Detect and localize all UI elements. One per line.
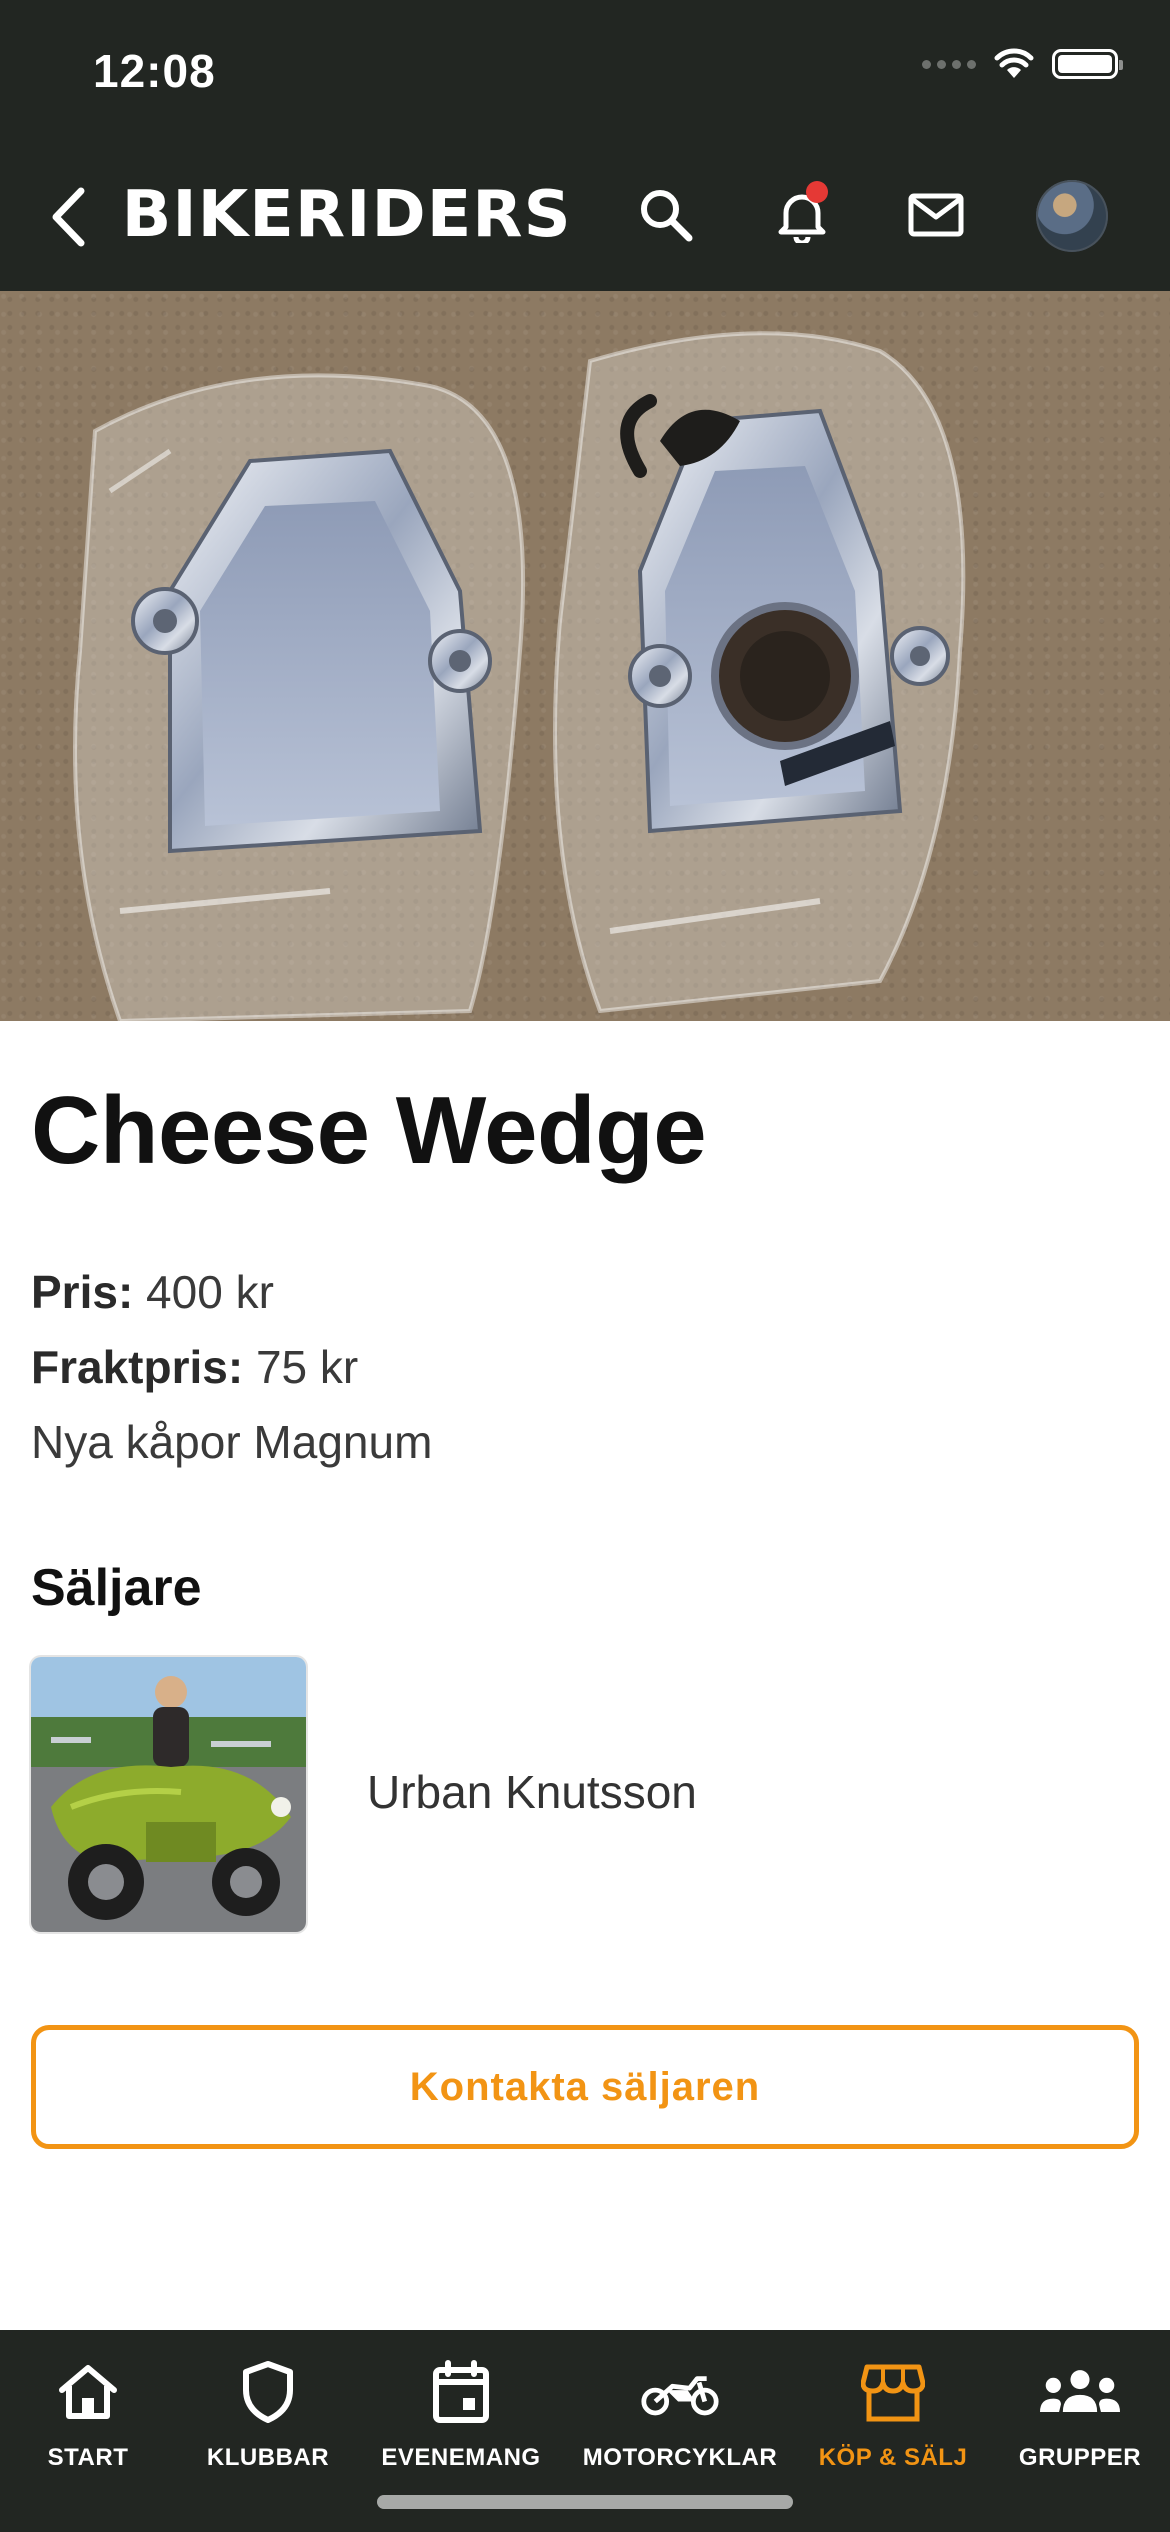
nav-item-motorcyklar[interactable]: MOTORCYKLAR xyxy=(580,2352,780,2472)
nav-label: EVENEMANG xyxy=(381,2444,541,2471)
chevron-left-icon xyxy=(52,187,85,247)
store-icon xyxy=(861,2364,925,2422)
contact-seller-button[interactable]: Kontakta säljaren xyxy=(31,2025,1139,2149)
shipping-row: Fraktpris: 75 kr xyxy=(31,1340,358,1394)
nav-label: MOTORCYKLAR xyxy=(582,2444,778,2471)
nav-item-evenemang[interactable]: EVENEMANG xyxy=(361,2352,561,2472)
product-title: Cheese Wedge xyxy=(31,1077,707,1184)
home-icon xyxy=(59,2365,117,2419)
user-avatar[interactable] xyxy=(1036,180,1108,252)
wifi-icon xyxy=(994,48,1034,78)
back-button[interactable] xyxy=(40,182,96,252)
product-description: Nya kåpor Magnum xyxy=(31,1416,433,1468)
cellular-signal-icon xyxy=(922,59,976,69)
mail-icon xyxy=(908,193,964,237)
seller-heading: Säljare xyxy=(31,1559,202,1617)
search-button[interactable] xyxy=(626,175,706,255)
seller-photo-image xyxy=(31,1657,306,1932)
brand-logo[interactable]: BIKERIDERS xyxy=(122,178,572,252)
product-image[interactable] xyxy=(0,291,1170,1021)
notifications-button[interactable] xyxy=(762,175,842,255)
nav-item-klubbar[interactable]: KLUBBAR xyxy=(168,2352,368,2472)
status-indicators xyxy=(922,48,1123,80)
shipping-value: 75 kr xyxy=(255,1341,359,1393)
calendar-icon xyxy=(433,2360,489,2423)
motorcycle-icon xyxy=(641,2376,719,2416)
battery-icon xyxy=(1052,49,1123,79)
nav-label: START xyxy=(47,2444,129,2471)
messages-button[interactable] xyxy=(896,175,976,255)
nav-label: GRUPPER xyxy=(1018,2444,1142,2471)
shield-icon xyxy=(243,2361,293,2423)
nav-label: KLUBBAR xyxy=(206,2444,330,2471)
nav-item-start[interactable]: START xyxy=(0,2352,188,2472)
seller-photo[interactable] xyxy=(31,1657,306,1932)
price-row: Pris: 400 kr xyxy=(31,1265,274,1319)
seller-name[interactable]: Urban Knutsson xyxy=(367,1765,697,1819)
top-bar: 12:08 BIKERIDERS xyxy=(0,0,1170,291)
price-label: Pris: xyxy=(31,1266,134,1318)
nav-label: KÖP & SÄLJ xyxy=(818,2444,968,2471)
search-icon xyxy=(641,190,693,242)
price-value: 400 kr xyxy=(146,1266,274,1318)
nav-item-kop-salj[interactable]: KÖP & SÄLJ xyxy=(793,2352,993,2472)
shipping-label: Fraktpris: xyxy=(31,1341,244,1393)
groups-icon xyxy=(1040,2370,1120,2412)
notification-badge xyxy=(806,181,828,203)
home-indicator[interactable] xyxy=(377,2495,793,2509)
product-photo xyxy=(73,331,966,1021)
status-time: 12:08 xyxy=(93,45,216,97)
nav-item-grupper[interactable]: GRUPPER xyxy=(980,2352,1170,2472)
